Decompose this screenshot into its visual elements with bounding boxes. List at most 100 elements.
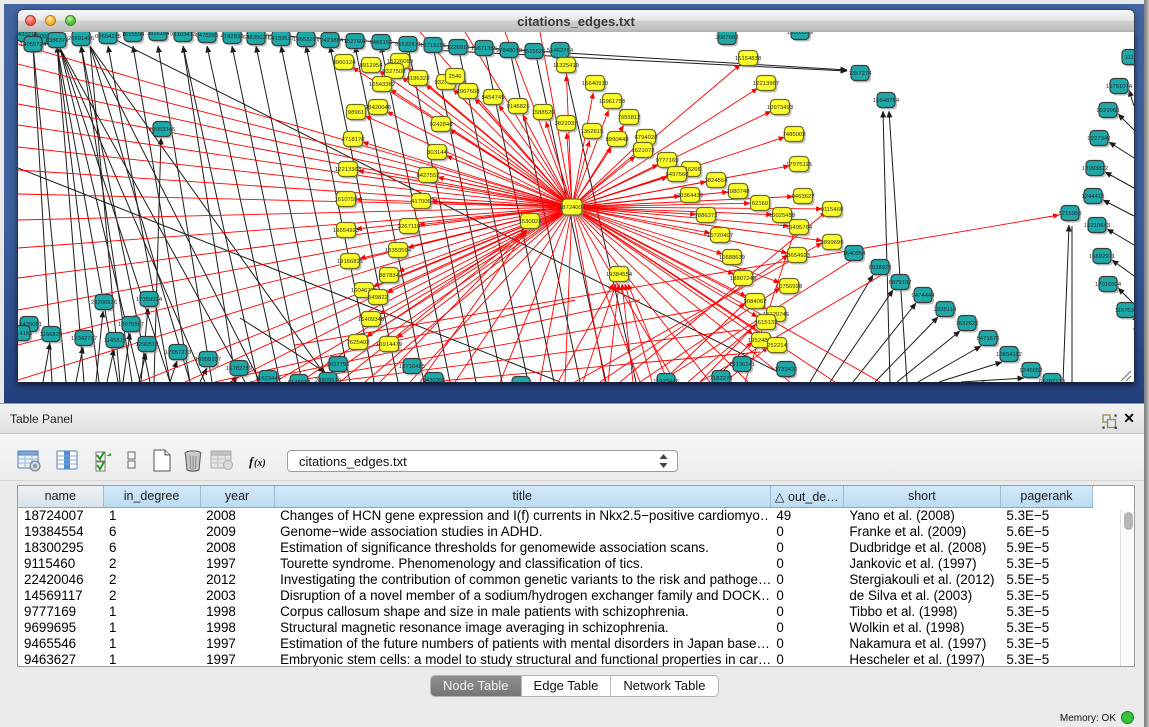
svg-text:16671355: 16671355 xyxy=(471,46,498,52)
svg-text:8148932: 8148932 xyxy=(288,380,311,382)
svg-text:10653267: 10653267 xyxy=(293,37,319,43)
svg-text:98961: 98961 xyxy=(348,110,364,116)
svg-text:16033809: 16033809 xyxy=(787,32,813,36)
svg-text:10973493: 10973493 xyxy=(767,105,794,111)
svg-text:8960124: 8960124 xyxy=(333,60,357,66)
svg-text:17975115: 17975115 xyxy=(786,162,812,168)
svg-text:2546: 2546 xyxy=(448,74,462,80)
svg-text:51462704: 51462704 xyxy=(547,48,574,54)
svg-text:1362615: 1362615 xyxy=(581,129,605,135)
svg-text:10756928: 10756928 xyxy=(776,284,803,290)
svg-text:9245652: 9245652 xyxy=(1020,368,1043,374)
svg-text:19166825: 19166825 xyxy=(337,259,364,265)
svg-text:64835030: 64835030 xyxy=(243,35,270,41)
svg-text:6466160: 6466160 xyxy=(370,40,394,46)
svg-text:9474444: 9474444 xyxy=(912,293,936,299)
svg-text:9084067: 9084067 xyxy=(744,299,767,305)
svg-text:6475255: 6475255 xyxy=(196,33,220,39)
svg-text:3824554: 3824554 xyxy=(705,178,729,184)
svg-text:549822: 549822 xyxy=(368,295,388,301)
svg-text:6879197: 6879197 xyxy=(889,280,912,286)
svg-text:417006: 417006 xyxy=(411,199,431,205)
svg-text:8471676: 8471676 xyxy=(977,336,1001,342)
svg-text:72423884: 72423884 xyxy=(317,38,344,44)
svg-text:16543382: 16543382 xyxy=(369,82,395,88)
svg-text:7955812: 7955812 xyxy=(618,115,641,121)
svg-text:9146821: 9146821 xyxy=(507,104,530,110)
svg-text:13654923: 13654923 xyxy=(784,253,811,259)
svg-text:17957273: 17957273 xyxy=(165,350,192,356)
svg-text:7485003: 7485003 xyxy=(783,132,807,138)
svg-text:803144: 803144 xyxy=(427,150,447,156)
svg-text:7632621: 7632621 xyxy=(956,321,979,327)
svg-text:96532871: 96532871 xyxy=(395,42,421,48)
svg-text:2718176: 2718176 xyxy=(342,137,366,143)
svg-text:16648784: 16648784 xyxy=(873,98,900,104)
svg-text:7625402: 7625402 xyxy=(347,340,370,346)
svg-text:02654235: 02654235 xyxy=(95,34,122,40)
svg-text:2967608: 2967608 xyxy=(457,89,481,95)
svg-text:1621072: 1621072 xyxy=(632,148,655,154)
svg-text:3822037: 3822037 xyxy=(555,121,578,127)
svg-text:8427552: 8427552 xyxy=(417,173,440,179)
svg-text:16136141: 16136141 xyxy=(729,362,755,368)
svg-text:28809570: 28809570 xyxy=(315,378,342,382)
svg-text:8454749: 8454749 xyxy=(482,95,505,101)
svg-text:15692971: 15692971 xyxy=(1089,254,1115,260)
svg-text:1530023: 1530023 xyxy=(519,219,543,225)
svg-text:1733426: 1733426 xyxy=(775,367,799,373)
svg-text:15495764: 15495764 xyxy=(786,225,813,231)
svg-text:3914151: 3914151 xyxy=(18,331,32,337)
svg-text:10975867: 10975867 xyxy=(118,322,144,328)
svg-text:(x): (x) xyxy=(254,458,266,469)
svg-text:62160: 62160 xyxy=(752,201,769,207)
svg-text:10958107: 10958107 xyxy=(195,357,221,363)
svg-text:7816184: 7816184 xyxy=(147,32,171,37)
svg-text:20691406: 20691406 xyxy=(68,36,95,42)
svg-text:9115460: 9115460 xyxy=(821,207,844,213)
svg-text:1610755: 1610755 xyxy=(335,197,359,203)
svg-text:97848018: 97848018 xyxy=(496,48,523,54)
svg-text:8186323: 8186323 xyxy=(407,76,431,82)
svg-text:9227342: 9227342 xyxy=(1088,136,1111,142)
svg-text:18724007: 18724007 xyxy=(559,205,585,211)
svg-text:93103413: 93103413 xyxy=(170,32,197,38)
svg-text:11325419: 11325419 xyxy=(553,63,579,69)
svg-text:20364436: 20364436 xyxy=(677,193,704,199)
svg-text:9529965: 9529965 xyxy=(1097,108,1121,114)
svg-text:10025458: 10025458 xyxy=(769,213,796,219)
svg-text:9463627: 9463627 xyxy=(792,194,815,200)
svg-text:8938923: 8938923 xyxy=(869,265,893,271)
svg-text:13716485: 13716485 xyxy=(399,364,426,370)
svg-text:12093822: 12093822 xyxy=(1082,166,1108,172)
svg-text:3267110: 3267110 xyxy=(398,224,421,230)
svg-text:13353594: 13353594 xyxy=(385,248,412,254)
svg-text:8912954: 8912954 xyxy=(360,63,384,69)
svg-text:1167531: 1167531 xyxy=(1115,308,1134,314)
svg-text:1117: 1117 xyxy=(1125,55,1134,61)
svg-text:16782759: 16782759 xyxy=(226,366,252,372)
svg-text:14055724: 14055724 xyxy=(20,42,47,48)
svg-text:10688639: 10688639 xyxy=(719,255,745,261)
svg-text:1244415: 1244415 xyxy=(1082,194,1106,200)
svg-text:9777169: 9777169 xyxy=(656,158,679,164)
svg-text:15720407: 15720407 xyxy=(707,233,733,239)
svg-text:65787133: 65787133 xyxy=(1039,379,1066,382)
svg-text:16914479: 16914479 xyxy=(376,342,402,348)
svg-text:64139537: 64139537 xyxy=(268,36,294,42)
svg-text:1226916: 1226916 xyxy=(447,45,471,51)
svg-text:16961758: 16961758 xyxy=(599,99,626,105)
svg-text:6794028: 6794028 xyxy=(635,135,659,141)
svg-text:11923446: 11923446 xyxy=(255,376,281,382)
svg-text:6497568: 6497568 xyxy=(666,172,690,178)
svg-text:2935114: 2935114 xyxy=(934,307,957,313)
svg-text:1145519: 1145519 xyxy=(104,338,127,344)
svg-text:10654112: 10654112 xyxy=(996,352,1022,358)
svg-text:16640910: 16640910 xyxy=(582,81,609,87)
svg-text:11923446: 11923446 xyxy=(653,379,679,382)
svg-text:252214: 252214 xyxy=(767,343,787,349)
svg-text:9899695: 9899695 xyxy=(821,240,845,246)
svg-text:7357274: 7357274 xyxy=(849,71,873,77)
svg-text:20206536: 20206536 xyxy=(91,300,118,306)
svg-text:7182278: 7182278 xyxy=(710,376,734,382)
